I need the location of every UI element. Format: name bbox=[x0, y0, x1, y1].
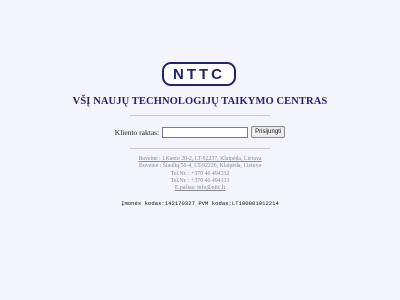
email-link[interactable]: E.paštas: info@nttc.lt bbox=[0, 185, 400, 192]
divider-top bbox=[130, 115, 270, 116]
client-key-label: Kliento raktas: bbox=[114, 127, 160, 137]
address-line-2: Buveinė : Šiaulių 56-4, LT-92226, Klaipė… bbox=[138, 163, 262, 170]
organization-title: VŠĮ NAUJŲ TECHNOLOGIJŲ TAIKYMO CENTRAS bbox=[72, 96, 328, 107]
company-codes: Įmonės kodas:142170327 PVM kodas:LT10000… bbox=[121, 200, 279, 207]
nttc-logo: NTTC bbox=[162, 62, 236, 86]
login-form: Kliento raktas: Prisijungti bbox=[0, 126, 400, 138]
phone-line-1: Tel.Nr. : +370 46 494332 bbox=[170, 170, 230, 177]
divider-bottom bbox=[130, 148, 270, 149]
contact-info: Buveinė : I.Kanto 20-2, LT-92237, Klaipė… bbox=[0, 156, 400, 192]
client-key-input[interactable] bbox=[162, 126, 249, 138]
logo-text: NTTC bbox=[173, 65, 225, 83]
login-button[interactable]: Prisijungti bbox=[251, 126, 286, 138]
